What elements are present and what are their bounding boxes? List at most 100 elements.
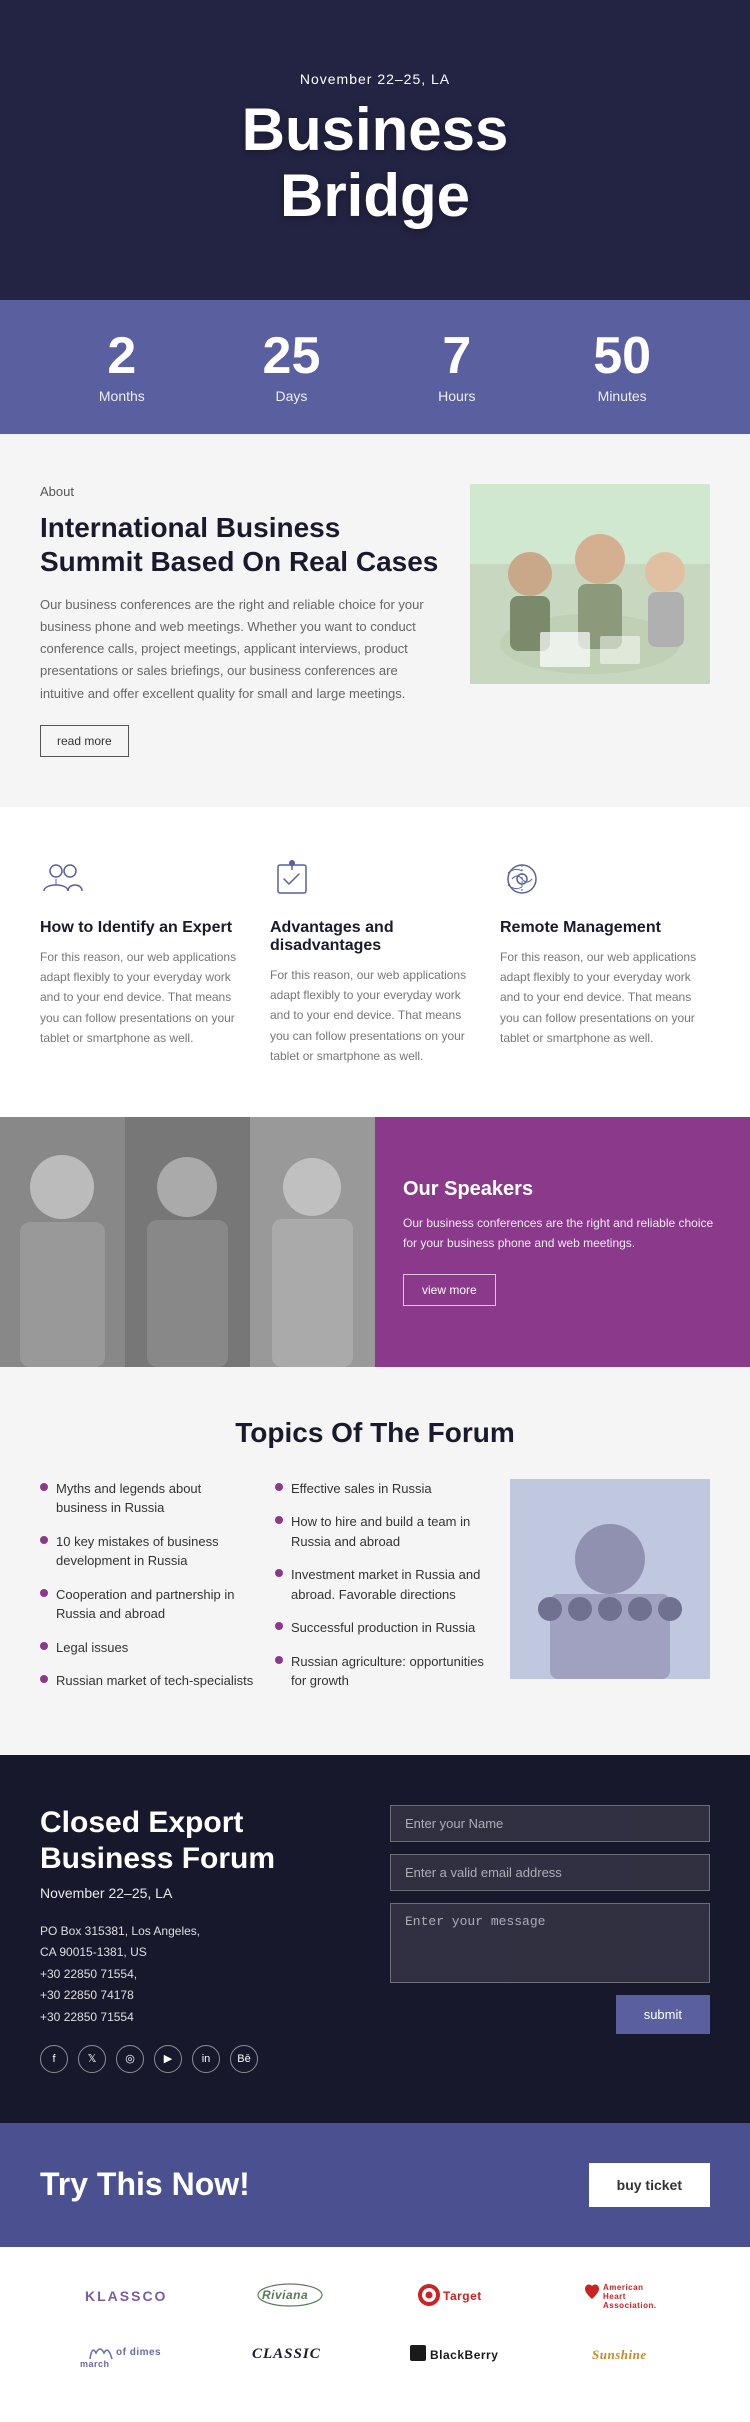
svg-text:American: American [603, 2283, 643, 2292]
phone3: +30 22850 71554 [40, 2007, 360, 2029]
identify-expert-icon [40, 857, 88, 905]
countdown-hours: 7 Hours [438, 330, 475, 404]
speaker-photo-2 [125, 1117, 250, 1367]
hero-date: November 22–25, LA [242, 71, 509, 87]
view-more-speakers-button[interactable]: view more [403, 1274, 496, 1306]
countdown-months: 2 Months [99, 330, 145, 404]
youtube-icon[interactable]: ▶ [154, 2045, 182, 2073]
topics-title: Topics Of The Forum [40, 1417, 710, 1449]
topic-item: Legal issues [40, 1638, 255, 1658]
cta-section: Try This Now! buy ticket [0, 2123, 750, 2247]
speaker-panel: Our Speakers Our business conferences ar… [375, 1117, 750, 1367]
klassco-logo: KLASSCO [85, 2283, 165, 2310]
topic-text: Myths and legends about business in Russ… [56, 1479, 255, 1518]
hero-title-line1: Business [242, 96, 509, 163]
svg-text:Association.: Association. [603, 2301, 657, 2310]
twitter-icon[interactable]: 𝕏 [78, 2045, 106, 2073]
feature-desc-2: For this reason, our web applications ad… [270, 965, 480, 1067]
about-title: International Business Summit Based On R… [40, 511, 440, 578]
feature-title-1: How to Identify an Expert [40, 919, 250, 937]
features-section: How to Identify an Expert For this reaso… [0, 807, 750, 1117]
svg-text:Target: Target [443, 2289, 482, 2303]
minutes-value: 50 [593, 330, 651, 382]
topic-text: Investment market in Russia and abroad. … [291, 1565, 490, 1604]
logos-row-2: of dimes march CLASSIC BlackBerry Sunshi… [40, 2337, 710, 2372]
riviana-logo: Riviana [255, 2281, 325, 2312]
countdown-section: 2 Months 25 Days 7 Hours 50 Minutes [0, 300, 750, 434]
social-links: f 𝕏 ◎ ▶ in Bē [40, 2045, 360, 2073]
forum-form: submit [390, 1805, 710, 2034]
topic-text: 10 key mistakes of business development … [56, 1532, 255, 1571]
logos-row-1: KLASSCO Riviana Target American Heart As… [40, 2277, 710, 2317]
topics-image [510, 1479, 710, 1679]
topic-item: Russian agriculture: opportunities for g… [275, 1652, 490, 1691]
forum-section: Closed Export Business Forum November 22… [0, 1755, 750, 2123]
topic-bullet [275, 1622, 283, 1630]
svg-text:Riviana: Riviana [262, 2288, 308, 2302]
advantages-icon [270, 857, 318, 905]
behance-icon[interactable]: Bē [230, 2045, 258, 2073]
about-description: Our business conferences are the right a… [40, 594, 440, 704]
topic-text: How to hire and build a team in Russia a… [291, 1512, 490, 1551]
about-image-svg [470, 484, 710, 684]
countdown-days: 25 Days [263, 330, 321, 404]
days-label: Days [263, 388, 321, 404]
march-of-dimes-logo: of dimes march [80, 2337, 170, 2372]
topic-bullet [275, 1569, 283, 1577]
target-logo: Target [415, 2281, 485, 2312]
phone2: +30 22850 74178 [40, 1985, 360, 2007]
speaker-panel-description: Our business conferences are the right a… [403, 1213, 722, 1254]
forum-title: Closed Export Business Forum [40, 1805, 360, 1877]
topic-item: How to hire and build a team in Russia a… [275, 1512, 490, 1551]
svg-text:CLASSIC: CLASSIC [252, 2346, 321, 2362]
hero-title-line2: Bridge [280, 162, 470, 229]
topics-section: Topics Of The Forum Myths and legends ab… [0, 1367, 750, 1755]
hero-title: Business Bridge [242, 97, 509, 229]
svg-text:Heart: Heart [603, 2292, 626, 2301]
name-input[interactable] [390, 1805, 710, 1842]
topic-bullet [40, 1536, 48, 1544]
topic-bullet [275, 1516, 283, 1524]
submit-button[interactable]: submit [616, 1995, 710, 2034]
minutes-label: Minutes [593, 388, 651, 404]
speaker-photo-3 [250, 1117, 375, 1367]
topic-item: Successful production in Russia [275, 1618, 490, 1638]
hours-label: Hours [438, 388, 475, 404]
topic-bullet [40, 1642, 48, 1650]
buy-ticket-button[interactable]: buy ticket [589, 2163, 710, 2207]
about-image [470, 484, 710, 684]
topic-item: 10 key mistakes of business development … [40, 1532, 255, 1571]
speaker-panel-title: Our Speakers [403, 1178, 722, 1201]
message-input[interactable] [390, 1903, 710, 1983]
about-text: About International Business Summit Base… [40, 484, 440, 757]
cta-title: Try This Now! [40, 2166, 250, 2203]
feature-desc-3: For this reason, our web applications ad… [500, 947, 710, 1049]
feature-desc-1: For this reason, our web applications ad… [40, 947, 250, 1049]
forum-address: PO Box 315381, Los Angeles, CA 90015-138… [40, 1921, 360, 2029]
topic-item: Investment market in Russia and abroad. … [275, 1565, 490, 1604]
topic-item: Russian market of tech-specialists [40, 1671, 255, 1691]
topic-text: Russian market of tech-specialists [56, 1671, 253, 1691]
topic-text: Russian agriculture: opportunities for g… [291, 1652, 490, 1691]
read-more-button[interactable]: read more [40, 725, 129, 757]
linkedin-icon[interactable]: in [192, 2045, 220, 2073]
topic-item: Effective sales in Russia [275, 1479, 490, 1499]
classic-logo: CLASSIC [250, 2338, 330, 2370]
sunshine-logo: Sunshine [590, 2339, 670, 2370]
instagram-icon[interactable]: ◎ [116, 2045, 144, 2073]
blackberry-logo: BlackBerry [410, 2339, 510, 2370]
svg-text:march: march [80, 2359, 110, 2369]
feature-item-2: Advantages and disadvantages For this re… [270, 857, 480, 1067]
topics-grid: Myths and legends about business in Russ… [40, 1479, 710, 1705]
facebook-icon[interactable]: f [40, 2045, 68, 2073]
topic-item: Myths and legends about business in Russ… [40, 1479, 255, 1518]
feature-title-2: Advantages and disadvantages [270, 919, 480, 955]
days-value: 25 [263, 330, 321, 382]
topic-bullet [40, 1589, 48, 1597]
topic-item: Cooperation and partnership in Russia an… [40, 1585, 255, 1624]
countdown-minutes: 50 Minutes [593, 330, 651, 404]
email-input[interactable] [390, 1854, 710, 1891]
months-value: 2 [99, 330, 145, 382]
months-label: Months [99, 388, 145, 404]
forum-date: November 22–25, LA [40, 1885, 360, 1901]
